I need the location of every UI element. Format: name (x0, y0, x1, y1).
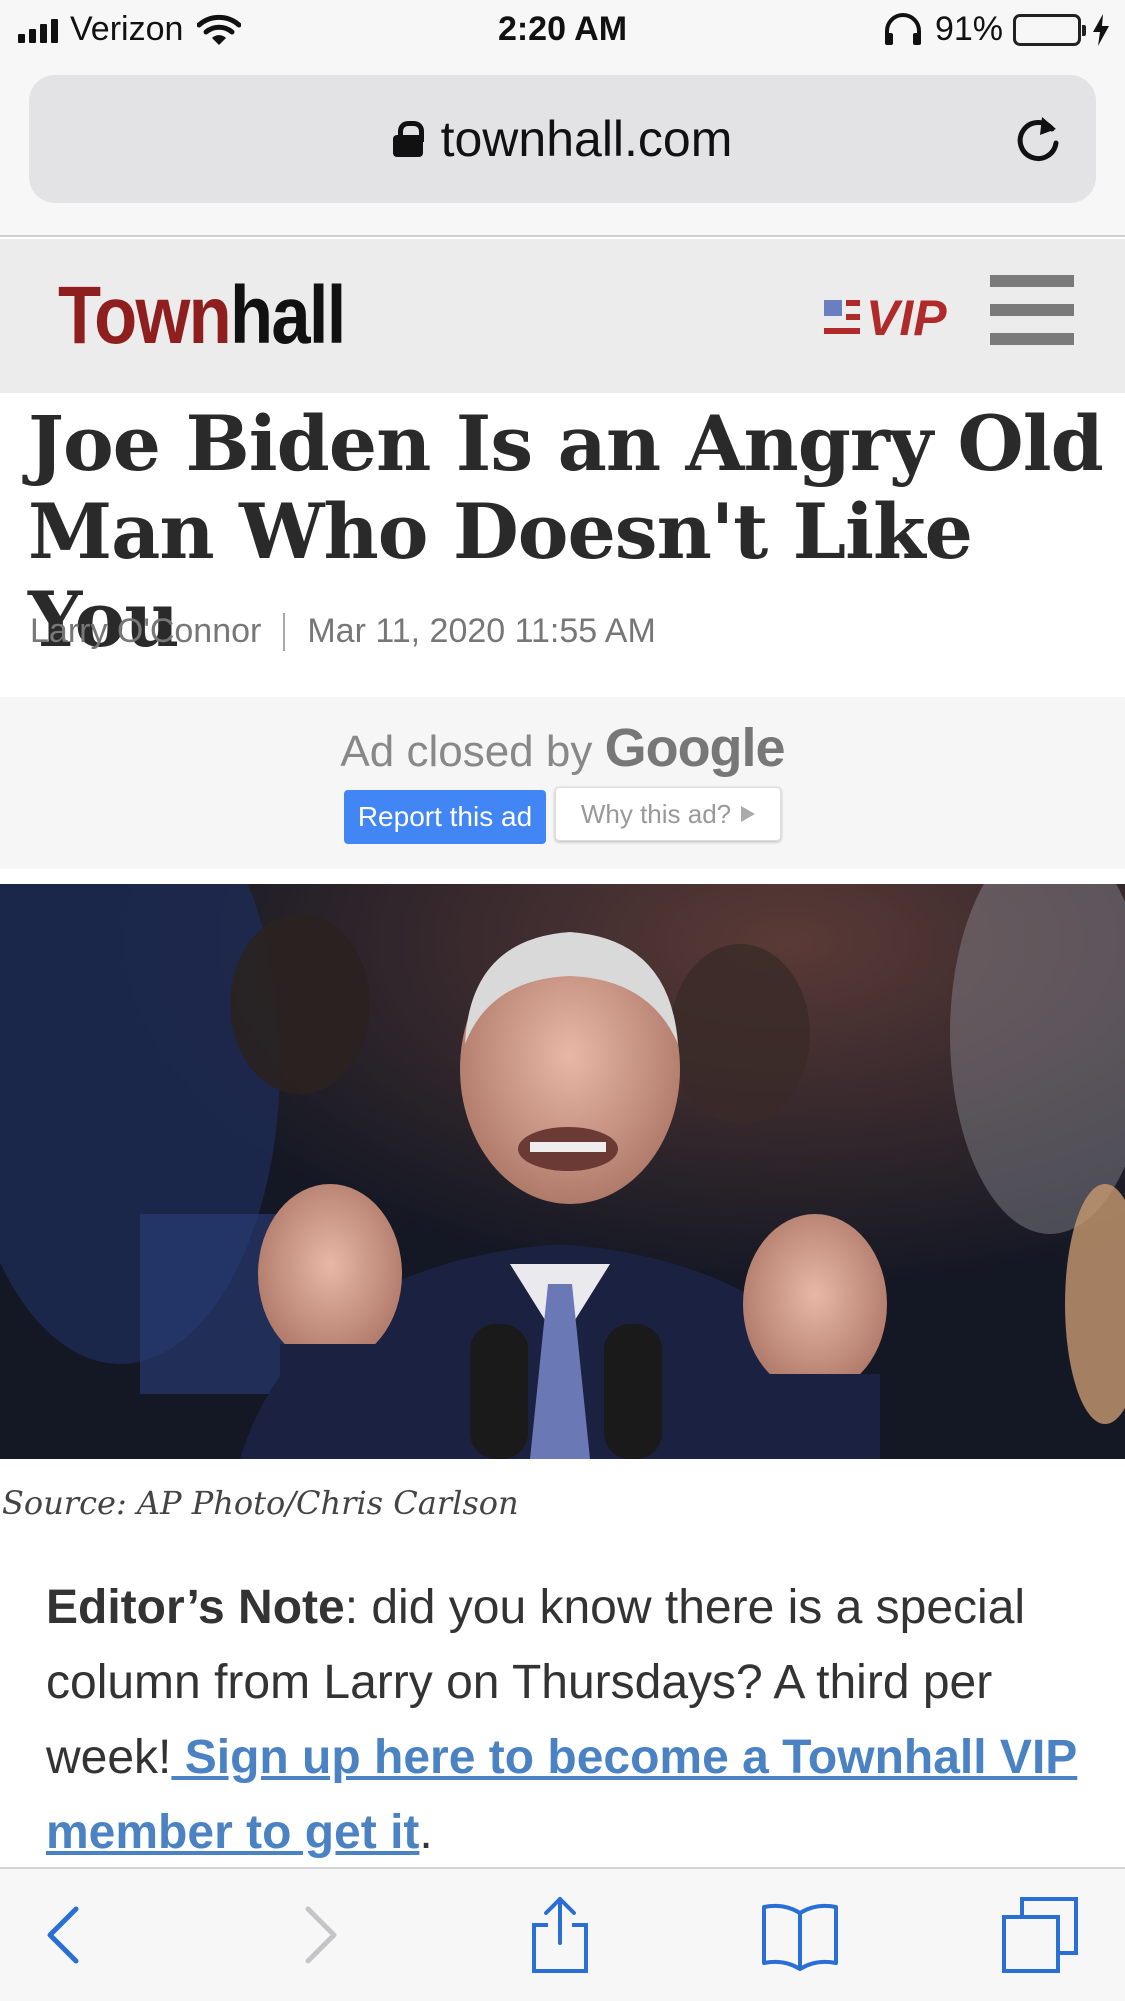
author-link[interactable]: Larry O'Connor (30, 612, 261, 651)
ad-slot: Ad closed by Google Report this ad Why t… (0, 697, 1125, 869)
browser-top-bar: townhall.com (0, 62, 1125, 237)
article-photo (0, 884, 1125, 1459)
reload-icon[interactable] (1012, 113, 1064, 165)
photo-caption: Source: AP Photo/Chris Carlson (2, 1484, 519, 1522)
tabs-icon[interactable] (1000, 1895, 1080, 1975)
url-text: townhall.com (440, 111, 733, 167)
why-this-ad-button[interactable]: Why this ad? (555, 787, 781, 841)
townhall-logo[interactable]: Townhall (58, 269, 346, 363)
adchoices-icon (741, 806, 756, 822)
byline-divider (283, 612, 286, 651)
why-this-ad-label: Why this ad? (580, 798, 732, 829)
photo-illustration (0, 884, 1125, 1459)
lock-icon (392, 121, 424, 157)
site-header: Townhall VIP (0, 239, 1125, 393)
vip-label: VIP (866, 290, 947, 346)
share-icon[interactable] (520, 1895, 600, 1975)
report-ad-button[interactable]: Report this ad (344, 790, 546, 844)
vip-signup-link[interactable]: Sign up here to become a Townhall VIP me… (46, 1731, 1077, 1859)
editor-note-label: Editor’s Note (46, 1581, 345, 1634)
publish-date: Mar 11, 2020 11:55 AM (307, 612, 656, 650)
status-bar: Verizon 2:20 AM 91% (0, 0, 1125, 62)
byline: Larry O'Connor Mar 11, 2020 11:55 AM (30, 612, 656, 651)
ad-closed-text: Ad closed by (340, 727, 593, 776)
logo-part-2: hall (229, 270, 346, 361)
status-right: 91% (881, 10, 1111, 49)
back-icon[interactable] (26, 1895, 106, 1975)
vip-link[interactable]: VIP (824, 289, 947, 347)
battery-icon (1013, 13, 1086, 46)
menu-icon[interactable] (990, 275, 1074, 345)
logo-part-1: Town (58, 270, 232, 361)
browser-toolbar (0, 1867, 1125, 2001)
google-logo: Google (604, 718, 786, 778)
flag-icon (824, 298, 860, 338)
bookmarks-icon[interactable] (760, 1895, 840, 1975)
forward-icon (305, 1906, 337, 1964)
editor-note-trailing: . (419, 1806, 433, 1859)
address-bar[interactable]: townhall.com (29, 75, 1096, 203)
battery-percent: 91% (934, 10, 1003, 48)
editor-note: Editor’s Note: did you know there is a s… (46, 1570, 1086, 1870)
headphones-icon (884, 12, 921, 45)
charging-icon (1093, 13, 1109, 46)
ad-closed-message: Ad closed by Google (0, 717, 1125, 779)
